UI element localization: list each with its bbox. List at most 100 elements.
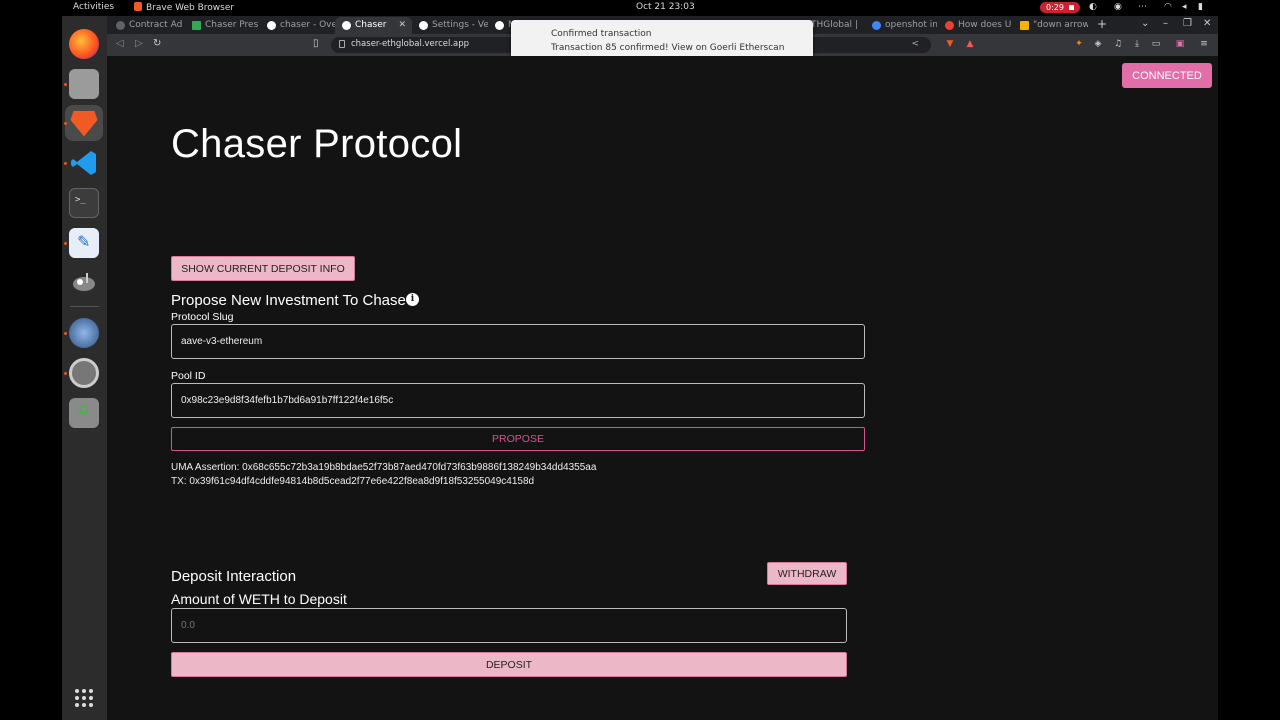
activities-button[interactable]: Activities [73, 2, 114, 12]
running-indicator [64, 242, 67, 245]
battery-icon[interactable]: ▮ [1198, 3, 1207, 12]
page-content: CONNECTED Chaser Protocol SHOW CURRENT D… [107, 56, 1218, 720]
vpn-icon[interactable]: ▣ [1175, 39, 1185, 49]
tab-label: How does U [958, 20, 1012, 30]
tab-favicon [342, 21, 351, 30]
tab-label: Settings - Ve [432, 20, 488, 30]
minimize-button[interactable]: – [1163, 18, 1168, 29]
pool-id-label: Pool ID [171, 370, 206, 382]
tab-favicon [267, 21, 276, 30]
tab-label: "down arrow [1033, 20, 1088, 30]
clock[interactable]: Oct 21 23:03 [636, 2, 695, 12]
tab-contract[interactable]: Contract Ad [109, 17, 184, 34]
vscode-icon[interactable] [69, 148, 99, 178]
forward-icon[interactable]: ▷ [135, 38, 143, 49]
tab-label: Chaser [355, 20, 387, 30]
recording-time: 0:29 [1046, 3, 1064, 12]
withdraw-button[interactable]: WITHDRAW [767, 562, 847, 585]
tab-favicon [419, 21, 428, 30]
tab-chaser-overview[interactable]: chaser - Ove [260, 17, 335, 34]
tab-label: Chaser Pres [205, 20, 259, 30]
running-indicator [64, 332, 67, 335]
tab-favicon [192, 21, 201, 30]
volume-icon[interactable]: ◂ [1182, 3, 1191, 12]
screen-recording-indicator[interactable]: 0:29 [1040, 2, 1080, 13]
sidebar-icon[interactable]: ▭ [1151, 39, 1161, 49]
bookmark-icon[interactable]: ▯ [313, 38, 319, 49]
pool-id-input[interactable] [171, 383, 865, 418]
running-indicator [64, 83, 67, 86]
brave-rewards-icon[interactable]: ▲ [965, 39, 975, 49]
protocol-slug-label: Protocol Slug [171, 311, 234, 323]
tab-how-does[interactable]: How does U [938, 17, 1013, 34]
show-deposit-info-button[interactable]: SHOW CURRENT DEPOSIT INFO [171, 256, 355, 281]
tab-settings[interactable]: Settings - Ve [412, 17, 488, 34]
tab-favicon [945, 21, 954, 30]
info-icon[interactable]: i [406, 293, 419, 306]
tab-label: chaser - Ove [280, 20, 335, 30]
brave-shields-icon[interactable]: ▼ [945, 39, 955, 49]
deposit-heading: Deposit Interaction [171, 568, 297, 585]
app-menu[interactable]: Brave Web Browser [134, 2, 234, 13]
protocol-slug-input[interactable] [171, 324, 865, 359]
dock-separator [70, 306, 99, 307]
tab-chaser[interactable]: Chaser ✕ [335, 17, 412, 34]
tab-favicon [495, 21, 504, 30]
amount-label: Amount of WETH to Deposit [171, 591, 347, 607]
restore-button[interactable]: ❐ [1183, 18, 1192, 29]
gimp-icon[interactable] [69, 267, 99, 297]
show-apps-icon[interactable] [75, 689, 93, 707]
settings-icon[interactable] [69, 358, 99, 388]
running-indicator [64, 122, 67, 125]
notification-title: Confirmed transaction [551, 29, 652, 39]
download-icon[interactable]: ⤓ [1132, 39, 1142, 49]
page-title: Chaser Protocol [171, 122, 463, 166]
connected-button[interactable]: CONNECTED [1122, 63, 1212, 88]
files-icon[interactable] [69, 69, 99, 99]
tab-github[interactable]: M [488, 17, 512, 34]
tab-close-icon[interactable]: ✕ [398, 17, 406, 34]
tab-label: THGlobal | [811, 20, 858, 30]
share-icon[interactable]: < [911, 39, 919, 49]
tab-search-icon[interactable]: ⌄ [1141, 18, 1149, 29]
disk-icon[interactable] [69, 318, 99, 348]
stop-icon [1069, 5, 1074, 10]
media-icon[interactable]: ♫ [1113, 39, 1123, 49]
lock-icon[interactable] [339, 40, 345, 48]
running-indicator [64, 372, 67, 375]
metamask-icon[interactable]: ✦ [1074, 39, 1084, 49]
uma-assertion-text: UMA Assertion: 0x68c655c72b3a19b8bdae52f… [171, 462, 597, 473]
tab-chaser-pres[interactable]: Chaser Pres [185, 17, 260, 34]
back-icon[interactable]: ◁ [116, 38, 124, 49]
wifi-icon[interactable]: ◠ [1164, 3, 1173, 12]
notification-body: Transaction 85 confirmed! View on Goerli… [551, 43, 785, 53]
url-text: chaser-ethglobal.vercel.app [351, 39, 470, 49]
tab-label: Contract Ad [129, 20, 183, 30]
more-tray-icon[interactable]: ⋯ [1138, 3, 1147, 12]
tray-app-icon[interactable]: ◉ [1114, 3, 1123, 12]
trash-icon[interactable]: ♻ [69, 398, 99, 428]
tab-favicon [116, 21, 125, 30]
running-indicator [64, 162, 67, 165]
new-tab-button[interactable]: + [1097, 17, 1107, 31]
firefox-icon[interactable] [69, 29, 99, 59]
extension-icon[interactable]: ◈ [1093, 39, 1103, 49]
discord-tray-icon[interactable]: ◐ [1089, 3, 1098, 12]
tab-favicon [872, 21, 881, 30]
system-top-bar: Activities Brave Web Browser Oct 21 23:0… [0, 0, 1280, 16]
tab-down-arrow[interactable]: "down arrow [1013, 17, 1088, 34]
deposit-button[interactable]: DEPOSIT [171, 652, 847, 677]
tx-hash-text: TX: 0x39f61c94df4cddfe94814b8d5cead2f77e… [171, 476, 535, 487]
reload-icon[interactable]: ↻ [153, 38, 161, 49]
tab-label: openshot in [885, 20, 937, 30]
amount-input[interactable] [171, 608, 847, 643]
menu-icon[interactable]: ≡ [1199, 39, 1209, 49]
close-window-button[interactable]: ✕ [1203, 18, 1211, 29]
terminal-icon[interactable]: >_ [69, 188, 99, 218]
text-editor-icon[interactable]: ✎ [69, 228, 99, 258]
tab-openshot[interactable]: openshot in [865, 17, 937, 34]
app-name-label: Brave Web Browser [146, 3, 235, 13]
brave-mini-icon [134, 2, 142, 11]
propose-button[interactable]: PROPOSE [171, 427, 865, 451]
propose-heading: Propose New Investment To Chase [171, 292, 406, 309]
